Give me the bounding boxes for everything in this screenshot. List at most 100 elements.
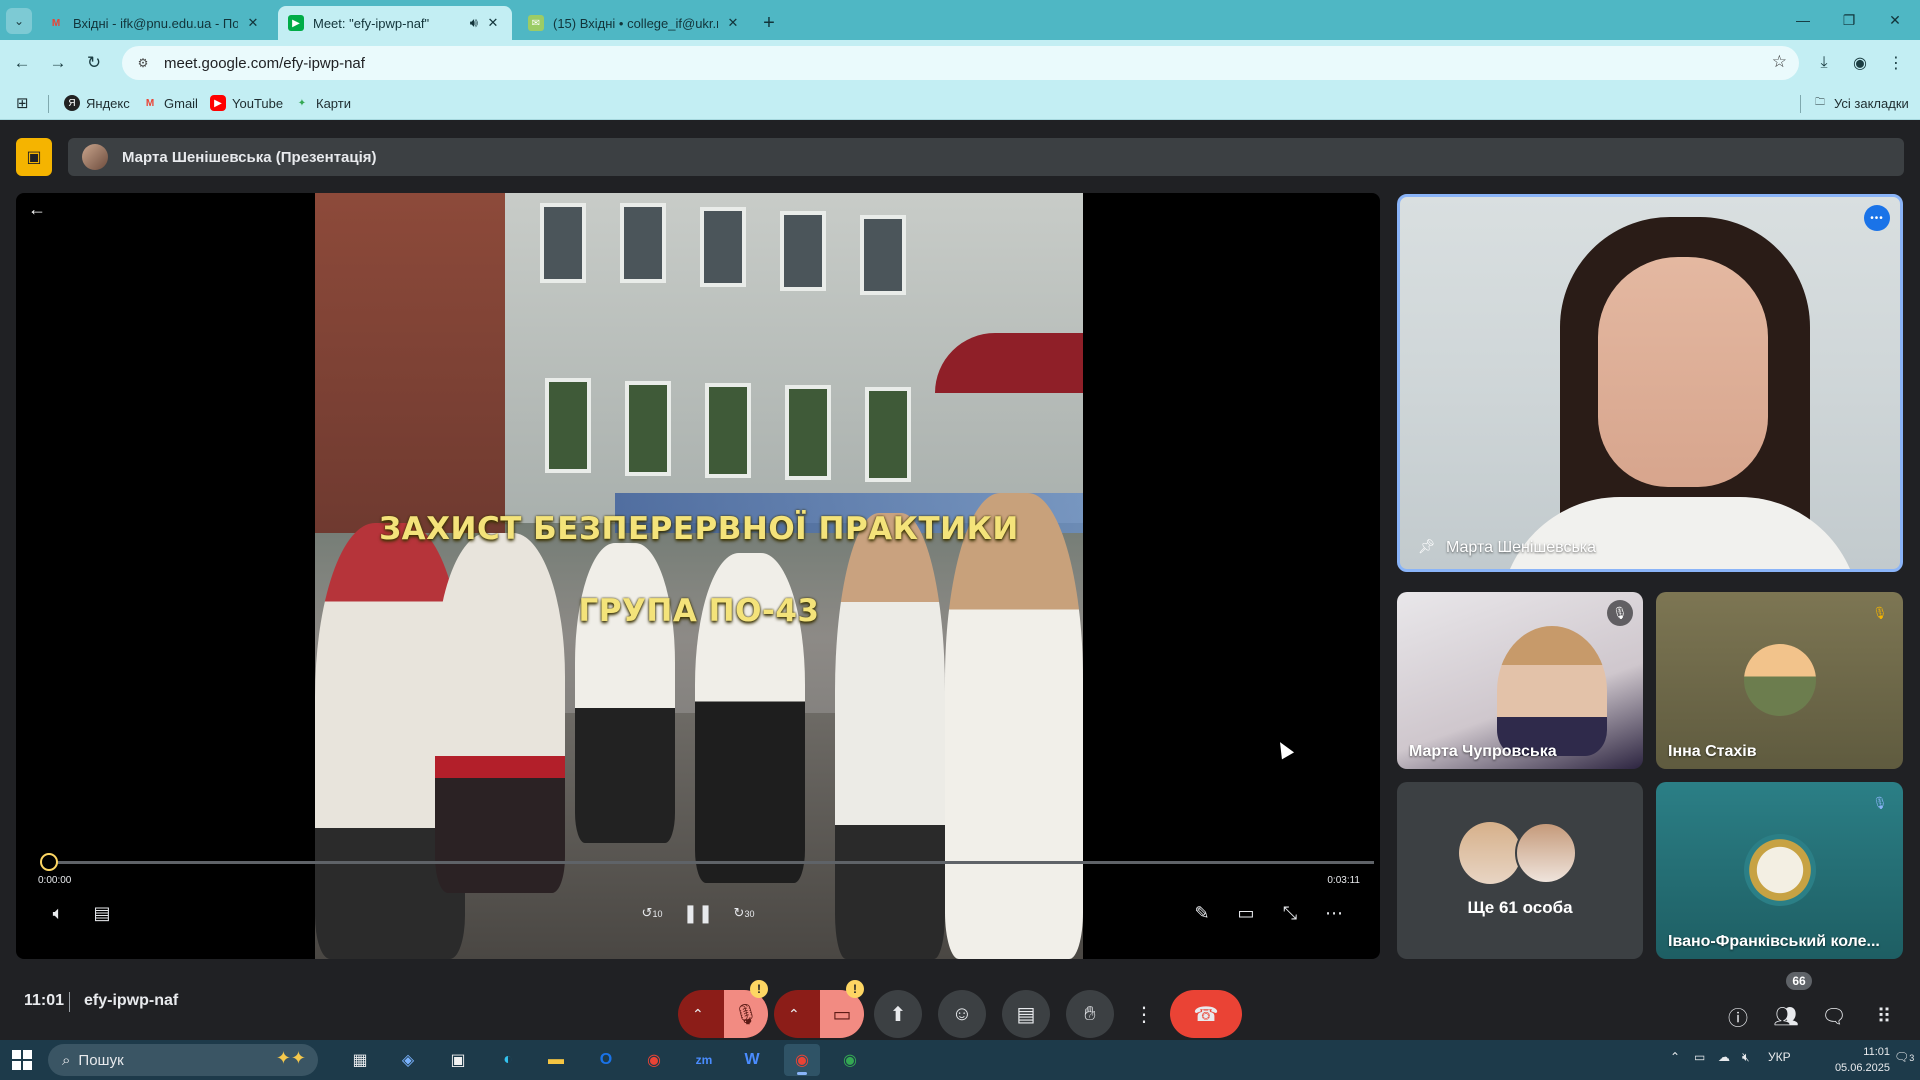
apps-grid-icon: ⊞: [16, 95, 29, 112]
activities-button[interactable]: ⠿: [1868, 1000, 1900, 1032]
participant-tile-main[interactable]: ••• 📌︎ Марта Шенішевська: [1397, 194, 1903, 572]
captions-toggle-button[interactable]: ▤: [1002, 990, 1050, 1038]
more-participants-label: Ще 61 особа: [1467, 898, 1573, 917]
video-scene: [540, 203, 586, 283]
task-view-icon[interactable]: ▦: [342, 1044, 378, 1076]
bookmark-yandex[interactable]: Я Яндекс: [64, 93, 130, 113]
forward-button[interactable]: →: [44, 49, 72, 77]
stop-presenting-button[interactable]: ▣: [16, 138, 52, 176]
video-progress-bar[interactable]: [40, 853, 1374, 871]
bookmark-youtube[interactable]: ▶ YouTube: [210, 93, 283, 113]
captions-icon: ▤: [1016, 1003, 1036, 1026]
bookmark-maps[interactable]: ✦ Карти: [294, 93, 351, 113]
chrome-icon[interactable]: ◉: [636, 1044, 672, 1076]
participant-tile[interactable]: 🎙︎ Інна Стахів: [1656, 592, 1903, 769]
tab-meet[interactable]: ▶ Meet: "efy-ipwp-naf" 🔊︎ ✕: [278, 6, 512, 40]
more-options-button[interactable]: ⋯: [1318, 897, 1350, 929]
apps-button[interactable]: ⊞: [16, 93, 29, 113]
participant-tile[interactable]: 🎙︎ Марта Чупровська: [1397, 592, 1643, 769]
site-info-icon[interactable]: ⚙: [132, 52, 154, 74]
restore-button[interactable]: ❐: [1826, 0, 1872, 40]
file-explorer-icon[interactable]: ▬: [538, 1044, 574, 1076]
more-options-button[interactable]: ⋮: [1130, 990, 1158, 1038]
close-icon[interactable]: ✕: [724, 14, 742, 32]
edge-icon[interactable]: ◐: [490, 1044, 526, 1076]
pencil-icon: ✎: [1194, 902, 1210, 923]
video-scene: [700, 207, 746, 287]
copilot-icon[interactable]: ◈: [390, 1044, 426, 1076]
all-bookmarks-button[interactable]: 🗀 Усі закладки: [1812, 93, 1909, 113]
tab-gmail[interactable]: M Вхідні - ifk@pnu.edu.ua - Пош ✕: [38, 6, 272, 40]
chevron-up-icon[interactable]: ⌃: [1670, 1050, 1680, 1064]
leave-call-button[interactable]: ☎: [1170, 990, 1242, 1038]
windows-taskbar: ⌕ Пошук ✦✦ ▦ ◈ ▣ ◐ ▬ O ◉ zm W ◉ ◉ ⌃ ▭ ☁ …: [0, 1040, 1920, 1080]
video-scene: [835, 513, 945, 959]
people-button[interactable]: 👥︎: [1770, 1000, 1802, 1032]
language-indicator[interactable]: УКР: [1768, 1050, 1791, 1064]
present-off-icon: ▣: [26, 149, 42, 166]
pause-button[interactable]: ❚❚: [682, 897, 714, 929]
taskbar-search[interactable]: ⌕ Пошук ✦✦: [48, 1044, 318, 1076]
ukrnet-icon: ✉: [528, 15, 544, 31]
chat-button[interactable]: 🗨︎: [1818, 1000, 1850, 1032]
arrow-right-icon: →: [49, 53, 67, 72]
participant-name: Марта Шенішевська: [1446, 539, 1597, 556]
participant-count-badge: 66: [1786, 972, 1812, 990]
taskbar-clock[interactable]: 11:01 05.06.2025: [1810, 1044, 1890, 1076]
participant-tile-others[interactable]: Ще 61 особа: [1397, 782, 1643, 959]
annotate-button[interactable]: ✎: [1186, 897, 1218, 929]
store-icon[interactable]: ▣: [440, 1044, 476, 1076]
apps-grid-icon: ⠿: [1876, 1005, 1892, 1028]
present-button[interactable]: ⬆: [874, 990, 922, 1038]
participant-tile[interactable]: 🎙︎ Івано-Франківський коле...: [1656, 782, 1903, 959]
volume-mute-icon[interactable]: 🔇︎: [1742, 1050, 1750, 1065]
reactions-button[interactable]: ☺: [938, 990, 986, 1038]
minimize-button[interactable]: —: [1780, 0, 1826, 40]
maps-icon: ✦: [297, 97, 307, 109]
back-button[interactable]: ←: [8, 49, 36, 77]
word-icon[interactable]: W: [734, 1044, 770, 1076]
meet-tray-icon[interactable]: ▭: [1694, 1050, 1705, 1064]
exit-fullscreen-button[interactable]: ⤡: [1274, 897, 1306, 929]
bookmark-gmail[interactable]: M Gmail: [142, 93, 198, 113]
new-tab-button[interactable]: +: [756, 10, 782, 36]
close-icon[interactable]: ✕: [244, 14, 262, 32]
forward-icon: ↻30: [733, 905, 755, 920]
window-close-button[interactable]: ✕: [1872, 0, 1918, 40]
pip-icon: ▭: [1237, 902, 1255, 923]
arrow-left-icon[interactable]: ←: [28, 199, 46, 220]
raise-hand-button[interactable]: ✋︎: [1066, 990, 1114, 1038]
video-progress-handle[interactable]: [40, 853, 58, 871]
chevron-up-icon[interactable]: ⌃: [788, 1006, 800, 1023]
outlook-icon[interactable]: O: [588, 1044, 624, 1076]
address-bar[interactable]: ⚙ meet.google.com/efy-ipwp-naf ☆: [122, 46, 1799, 80]
tab-ukrnet[interactable]: ✉ (15) Вхідні • college_if@ukr.net ✕: [518, 6, 752, 40]
participant-video: [1497, 626, 1607, 756]
reload-button[interactable]: ↻: [80, 49, 108, 77]
cloud-icon[interactable]: ☁: [1718, 1050, 1730, 1064]
forward-button[interactable]: ↻30: [728, 897, 760, 929]
menu-button[interactable]: ⋮: [1882, 49, 1910, 77]
profile-button[interactable]: ◉: [1846, 49, 1874, 77]
meeting-details-button[interactable]: ⓘ: [1722, 1000, 1754, 1032]
picture-in-picture-button[interactable]: ▭: [1230, 897, 1262, 929]
captions-button[interactable]: ▤: [86, 897, 118, 929]
windows-start-icon[interactable]: [12, 1050, 32, 1070]
tab-search-button[interactable]: ⌄: [6, 8, 32, 34]
close-icon[interactable]: ✕: [484, 14, 502, 32]
zoom-icon[interactable]: zm: [686, 1044, 722, 1076]
bookmark-star-icon[interactable]: ☆: [1772, 52, 1787, 72]
speaker-icon[interactable]: 🔊︎: [470, 15, 478, 31]
downloads-button[interactable]: ⤓: [1810, 49, 1838, 77]
chrome-icon[interactable]: ◉: [832, 1044, 868, 1076]
close-icon: ✕: [1889, 11, 1901, 28]
chevron-up-icon[interactable]: ⌃: [692, 1006, 704, 1023]
warning-icon: !: [750, 980, 768, 998]
participant-name: Марта Чупровська: [1409, 743, 1557, 760]
video-scene: [780, 211, 826, 291]
chrome-icon[interactable]: ◉: [784, 1044, 820, 1076]
notifications-icon[interactable]: 🗨︎3: [1894, 1050, 1914, 1064]
volume-button[interactable]: 🔈︎: [42, 897, 74, 929]
rewind-button[interactable]: ↺10: [636, 897, 668, 929]
presentation-video[interactable]: ЗАХИСТ БЕЗПЕРЕРВНОЇ ПРАКТИКИ ГРУПА ПО-43: [315, 193, 1083, 959]
